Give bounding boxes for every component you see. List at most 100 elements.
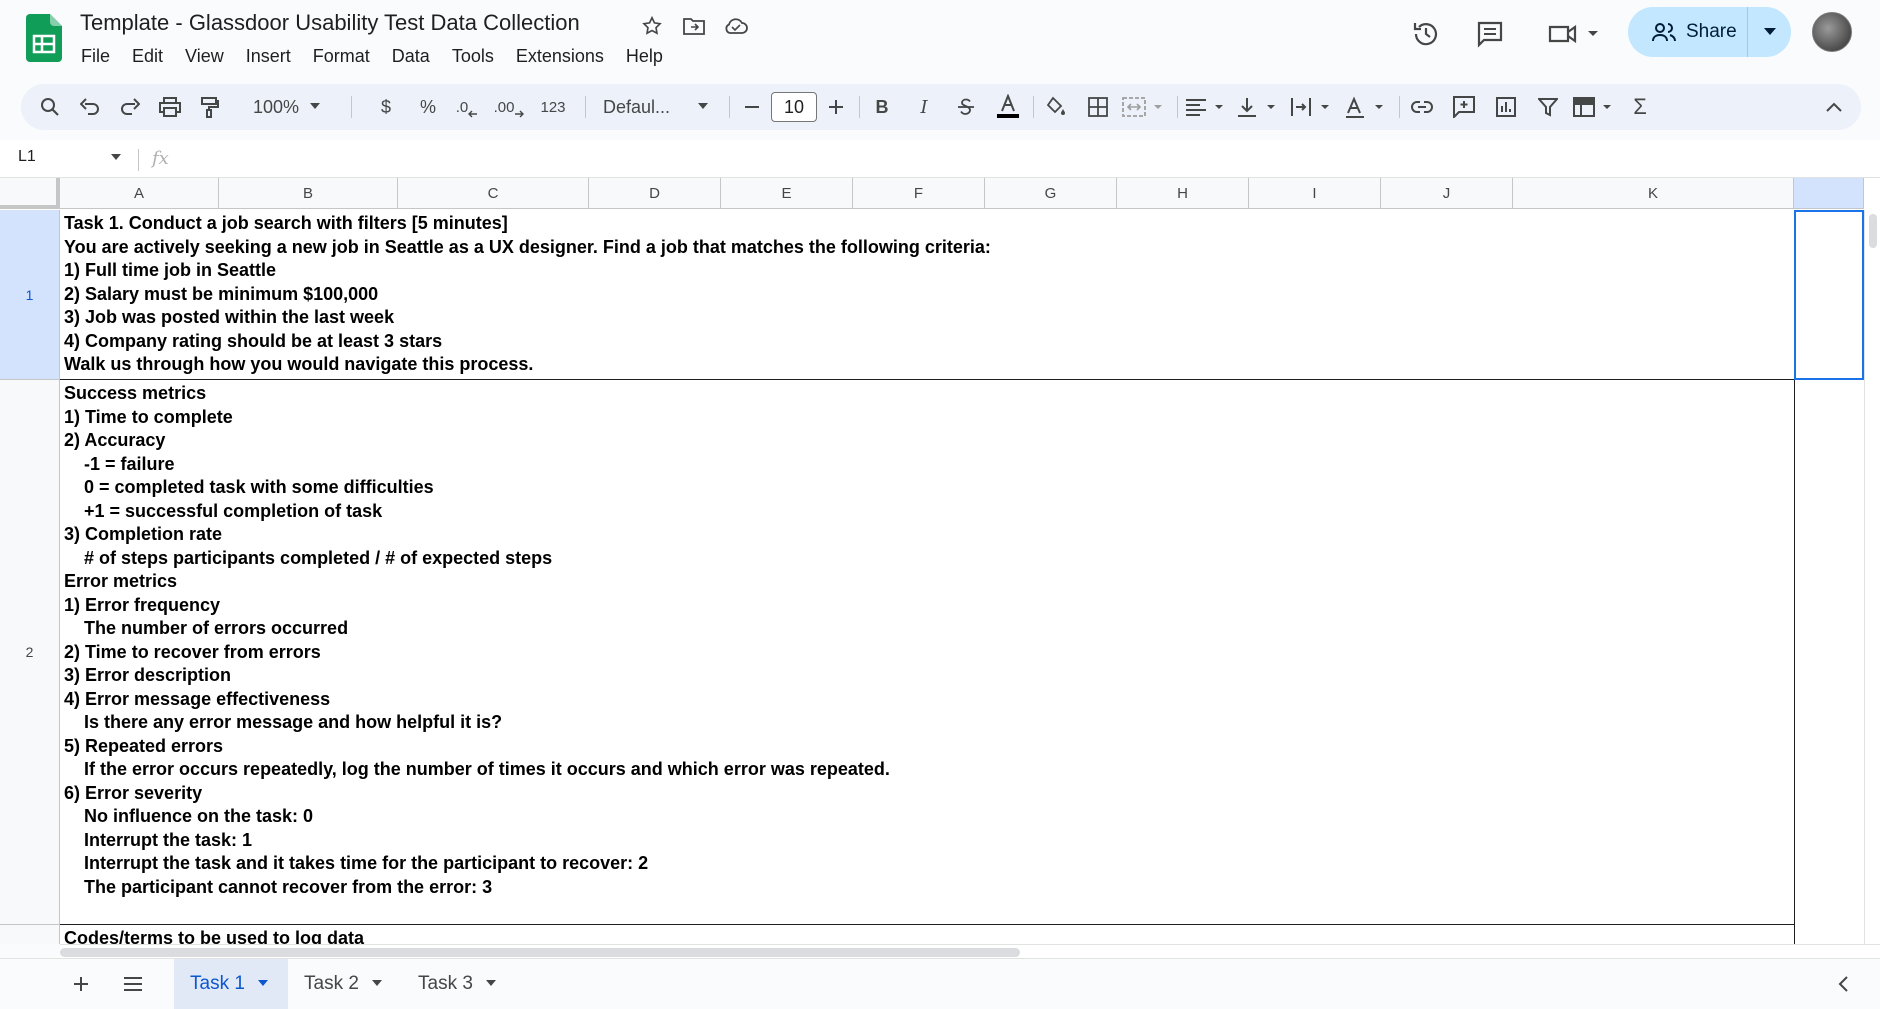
- spreadsheet-grid: A B C D E F G H I J K 1 Task 1. Conduct …: [0, 178, 1880, 944]
- strikethrough-icon[interactable]: [951, 84, 981, 130]
- chevron-down-icon[interactable]: [485, 980, 497, 988]
- name-box[interactable]: L1: [18, 148, 36, 166]
- column-header-h[interactable]: H: [1117, 178, 1249, 209]
- filter-icon[interactable]: [1533, 84, 1563, 130]
- select-all-corner[interactable]: [0, 178, 60, 209]
- column-header-g[interactable]: G: [985, 178, 1117, 209]
- share-button[interactable]: Share: [1628, 7, 1748, 57]
- menu-extensions[interactable]: Extensions: [505, 44, 615, 70]
- cloud-status-icon[interactable]: [722, 12, 750, 40]
- fill-color-icon[interactable]: [1041, 84, 1071, 130]
- cell-a2[interactable]: Success metrics 1) Time to complete 2) A…: [60, 380, 1794, 925]
- horizontal-scroll-thumb[interactable]: [60, 948, 1020, 957]
- column-header-c[interactable]: C: [398, 178, 589, 209]
- column-header-k[interactable]: K: [1513, 178, 1794, 209]
- merge-cells-icon[interactable]: [1121, 84, 1167, 130]
- cell-l2[interactable]: [1794, 380, 1864, 925]
- horizontal-scrollbar[interactable]: [60, 944, 1880, 958]
- cell-a1-text: Task 1. Conduct a job search with filter…: [64, 213, 991, 374]
- horizontal-align-icon[interactable]: [1183, 84, 1229, 130]
- print-icon[interactable]: [155, 84, 185, 130]
- insert-chart-icon[interactable]: [1491, 84, 1521, 130]
- zoom-select[interactable]: 100%: [253, 84, 333, 130]
- row-header-1[interactable]: 1: [0, 210, 60, 380]
- column-header-e[interactable]: E: [721, 178, 853, 209]
- italic-button[interactable]: I: [909, 84, 939, 130]
- increase-font-size-icon[interactable]: [821, 84, 851, 130]
- vertical-scroll-thumb[interactable]: [1869, 214, 1877, 248]
- tab-task-2[interactable]: Task 2: [288, 959, 402, 1009]
- increase-decimal-button[interactable]: .00: [489, 84, 529, 130]
- borders-icon[interactable]: [1083, 84, 1113, 130]
- version-history-icon[interactable]: [1408, 16, 1444, 52]
- paint-format-icon[interactable]: [195, 84, 225, 130]
- row-header-2[interactable]: 2: [0, 380, 60, 925]
- menu-insert[interactable]: Insert: [235, 44, 302, 70]
- column-header-a[interactable]: A: [60, 178, 219, 209]
- formula-bar: L1 fx: [0, 140, 1880, 178]
- share-button-group: Share: [1628, 7, 1791, 57]
- cell-a3[interactable]: Codes/terms to be used to log data: [60, 925, 1794, 944]
- text-wrapping-icon[interactable]: [1289, 84, 1335, 130]
- filter-views-icon[interactable]: [1571, 84, 1617, 130]
- format-percent-button[interactable]: %: [413, 84, 443, 130]
- selected-cell-outline: [1794, 210, 1864, 380]
- column-header-f[interactable]: F: [853, 178, 985, 209]
- chevron-down-icon[interactable]: [257, 980, 269, 988]
- share-options-chevron-down-icon[interactable]: [1748, 28, 1791, 36]
- toolbar-divider: [1399, 96, 1400, 118]
- all-sheets-menu-icon[interactable]: [118, 969, 148, 999]
- tab-task-3-label: Task 3: [418, 973, 473, 994]
- font-size-input[interactable]: 10: [771, 92, 817, 122]
- vertical-align-icon[interactable]: [1235, 84, 1281, 130]
- text-rotation-icon[interactable]: [1343, 84, 1389, 130]
- text-color-icon[interactable]: [991, 84, 1025, 130]
- vertical-scrollbar[interactable]: [1864, 210, 1880, 944]
- insert-comment-icon[interactable]: [1449, 84, 1479, 130]
- comments-icon[interactable]: [1472, 16, 1508, 52]
- column-header-l[interactable]: [1794, 178, 1864, 209]
- decrease-font-size-icon[interactable]: [737, 84, 767, 130]
- move-folder-icon[interactable]: [680, 12, 708, 40]
- font-family-select[interactable]: Defaul...: [591, 84, 721, 130]
- account-avatar[interactable]: [1812, 12, 1852, 52]
- column-header-j[interactable]: J: [1381, 178, 1513, 209]
- redo-icon[interactable]: [115, 84, 145, 130]
- sheets-logo-icon[interactable]: [26, 14, 62, 62]
- meet-video-icon[interactable]: [1544, 16, 1604, 52]
- column-header-d[interactable]: D: [589, 178, 721, 209]
- menu-bar: File Edit View Insert Format Data Tools …: [70, 44, 674, 70]
- menu-format[interactable]: Format: [302, 44, 381, 70]
- explore-collapse-chevron-left-icon[interactable]: [1828, 969, 1858, 999]
- hide-menus-chevron-up-icon[interactable]: [1819, 84, 1849, 130]
- undo-icon[interactable]: [75, 84, 105, 130]
- bold-button[interactable]: B: [867, 84, 897, 130]
- menu-tools[interactable]: Tools: [441, 44, 505, 70]
- tab-task-1[interactable]: Task 1: [174, 959, 288, 1009]
- row-header-3[interactable]: [0, 925, 60, 944]
- menu-view[interactable]: View: [174, 44, 235, 70]
- menu-data[interactable]: Data: [381, 44, 441, 70]
- format-currency-button[interactable]: $: [371, 84, 401, 130]
- cell-l3[interactable]: [1794, 925, 1864, 944]
- cell-a2-text: Success metrics 1) Time to complete 2) A…: [64, 383, 890, 897]
- chevron-down-icon[interactable]: [371, 980, 383, 988]
- menu-edit[interactable]: Edit: [121, 44, 174, 70]
- add-sheet-icon[interactable]: [66, 969, 96, 999]
- column-header-b[interactable]: B: [219, 178, 398, 209]
- menu-file[interactable]: File: [70, 44, 121, 70]
- column-header-i[interactable]: I: [1249, 178, 1381, 209]
- functions-button[interactable]: Σ: [1625, 84, 1655, 130]
- search-menus-icon[interactable]: [35, 84, 65, 130]
- menu-help[interactable]: Help: [615, 44, 674, 70]
- toolbar-divider: [729, 96, 730, 118]
- decrease-decimal-button[interactable]: .0: [449, 84, 485, 130]
- insert-link-icon[interactable]: [1407, 84, 1437, 130]
- tab-task-2-label: Task 2: [304, 973, 359, 994]
- cell-a1[interactable]: Task 1. Conduct a job search with filter…: [60, 210, 1794, 380]
- document-title[interactable]: Template - Glassdoor Usability Test Data…: [80, 10, 580, 36]
- name-box-chevron-down-icon[interactable]: [110, 154, 122, 162]
- more-formats-button[interactable]: 123: [535, 84, 571, 130]
- tab-task-3[interactable]: Task 3: [402, 959, 516, 1009]
- star-icon[interactable]: [638, 12, 666, 40]
